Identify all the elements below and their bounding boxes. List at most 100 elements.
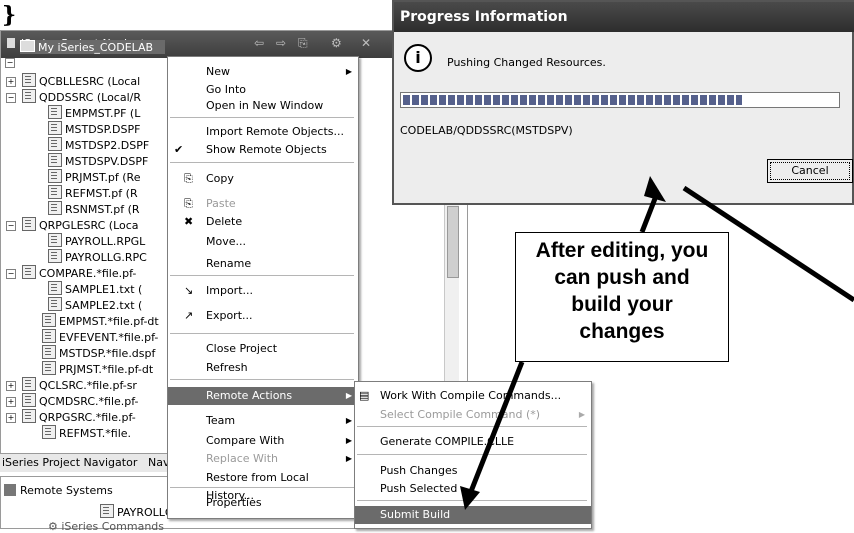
- tree-item[interactable]: EVFEVENT.*file.pf-: [42, 329, 158, 345]
- tree-item[interactable]: QCLSRC.*file.pf-sr: [22, 377, 137, 393]
- forward-icon[interactable]: ⇨: [276, 36, 286, 50]
- context-menu-item[interactable]: Properties: [168, 494, 358, 512]
- tree-expander-icon[interactable]: +: [6, 77, 16, 87]
- tree-expander-icon[interactable]: −: [6, 93, 16, 103]
- context-menu-item-label: Close Project: [206, 342, 278, 355]
- tree-item[interactable]: QRPGSRC.*file.pf-: [22, 409, 136, 425]
- context-menu-item-label: Copy: [206, 172, 234, 185]
- tree-item[interactable]: PAYROLL.RPGL: [48, 233, 145, 249]
- menu-separator: [170, 275, 354, 276]
- tree-item-label: PAYROLLG.RPC: [65, 251, 147, 264]
- tree-expander-icon[interactable]: +: [6, 413, 16, 423]
- cancel-button[interactable]: Cancel: [767, 159, 853, 183]
- annotation-callout: After editing, you can push and build yo…: [515, 232, 729, 362]
- context-menu-item-label: Rename: [206, 257, 252, 270]
- progress-dialog-title-bar: Progress Information: [394, 2, 854, 32]
- callout-line: After editing, you: [535, 239, 709, 262]
- context-menu-item[interactable]: Move...: [168, 233, 358, 251]
- tree-item[interactable]: QDDSSRC (Local/R: [22, 89, 141, 105]
- context-menu-item-label: Import Remote Objects...: [206, 125, 344, 138]
- tree-item-label: QDDSSRC (Local/R: [39, 91, 141, 104]
- tree-expander-icon[interactable]: +: [6, 397, 16, 407]
- context-menu: New ▶ Go Into Open in New Window Import Remo…: [167, 56, 359, 519]
- link-icon[interactable]: ⚙: [331, 36, 342, 50]
- menu-separator: [170, 333, 354, 334]
- tree-item[interactable]: MSTDSP2.DSPF: [48, 137, 149, 153]
- tree-item-label: REFMST.*file.: [59, 427, 132, 440]
- context-menu-item-label: Team: [206, 414, 236, 427]
- tree-item[interactable]: MSTDSP.DSPF: [48, 121, 140, 137]
- source-file-icon: [22, 89, 36, 103]
- context-menu-item-label: Remote Actions: [206, 389, 293, 402]
- submenu-item[interactable]: Submit Build: [355, 506, 591, 524]
- tree-item[interactable]: PRJMST.pf (Re: [48, 169, 140, 185]
- context-menu-item[interactable]: Restore from Local History...: [168, 469, 358, 502]
- back-icon[interactable]: ⇦: [254, 36, 264, 50]
- tree-item[interactable]: QCBLLESRC (Local: [22, 73, 140, 89]
- context-menu-item[interactable]: Compare With ▶: [168, 432, 358, 450]
- context-menu-item[interactable]: Close Project: [168, 340, 358, 358]
- tree-item[interactable]: COMPARE.*file.pf-: [22, 265, 136, 281]
- tab-project-navigator[interactable]: iSeries Project Navigator: [2, 456, 137, 469]
- context-menu-item[interactable]: Team ▶: [168, 412, 358, 430]
- context-menu-item[interactable]: Rename: [168, 255, 358, 273]
- tree-item-label: EMPMST.*file.pf-dt: [59, 315, 159, 328]
- menu-separator: [357, 454, 587, 455]
- project-folder-icon: [20, 40, 35, 52]
- context-menu-item[interactable]: Remote Actions ▶: [168, 387, 358, 405]
- tree-item[interactable]: RSNMST.pf (R: [48, 201, 140, 217]
- context-menu-item[interactable]: New ▶: [168, 63, 358, 81]
- context-menu-item[interactable]: ↗ Export...: [168, 307, 358, 325]
- context-menu-item[interactable]: ✔ Show Remote Objects: [168, 141, 358, 159]
- tree-item-label: QCMDSRC.*file.pf-: [39, 395, 139, 408]
- minimize-icon[interactable]: ✕: [361, 36, 371, 50]
- remote-systems-icon: [4, 484, 16, 496]
- context-menu-item[interactable]: ✖ Delete: [168, 213, 358, 231]
- scrollbar-thumb[interactable]: [447, 206, 459, 278]
- tree-item[interactable]: SAMPLE2.txt (: [48, 297, 142, 313]
- remote-systems-title: Remote Systems: [20, 484, 113, 497]
- tree-item[interactable]: REFMST.*file.: [42, 425, 131, 441]
- tree-item[interactable]: MSTDSPV.DSPF: [48, 153, 148, 169]
- submenu-item[interactable]: Select Compile Command (*) ▶: [355, 406, 591, 424]
- tree-item[interactable]: EMPMST.*file.pf-dt: [42, 313, 159, 329]
- tree-expander-icon[interactable]: +: [6, 381, 16, 391]
- source-file-icon: [22, 409, 36, 423]
- progress-detail: CODELAB/QDDSSRC(MSTDSPV): [400, 124, 573, 137]
- submenu-item[interactable]: Push Selected: [355, 480, 591, 498]
- tree-root[interactable]: My iSeries_CODELAB: [20, 40, 165, 54]
- context-menu-item[interactable]: ↘ Import...: [168, 282, 358, 300]
- tree-expander-icon[interactable]: −: [6, 269, 16, 279]
- tree-item[interactable]: MSTDSP.*file.dspf: [42, 345, 155, 361]
- context-menu-item[interactable]: ⎘ Paste: [168, 195, 358, 213]
- context-menu-item[interactable]: Import Remote Objects...: [168, 123, 358, 141]
- context-menu-item[interactable]: Refresh: [168, 359, 358, 377]
- context-menu-item[interactable]: Replace With ▶: [168, 450, 358, 468]
- tree-item-label: EVFEVENT.*file.pf-: [59, 331, 159, 344]
- tree-item[interactable]: PRJMST.*file.pf-dt: [42, 361, 153, 377]
- source-file-icon: [22, 217, 36, 231]
- submenu-item[interactable]: Push Changes: [355, 462, 591, 480]
- submenu-item-label: Push Changes: [380, 464, 458, 477]
- tree-item[interactable]: REFMST.pf (R: [48, 185, 138, 201]
- up-icon[interactable]: ⎘: [298, 36, 308, 51]
- tree-item[interactable]: SAMPLE1.txt (: [48, 281, 142, 297]
- tree-item[interactable]: QCMDSRC.*file.pf-: [22, 393, 139, 409]
- collapse-root-icon[interactable]: −: [5, 58, 15, 68]
- submenu-item[interactable]: ▤ Work With Compile Commands...: [355, 387, 591, 405]
- context-menu-item[interactable]: ⎘ Copy: [168, 170, 358, 188]
- remote-item[interactable]: ⚙ iSeries Commands: [48, 520, 164, 533]
- menu-item-icon: ✖: [184, 215, 194, 228]
- submenu-item-label: Push Selected: [380, 482, 458, 495]
- submenu-item[interactable]: Generate COMPILE.CLLE: [355, 433, 591, 451]
- context-menu-item[interactable]: Open in New Window: [168, 97, 358, 115]
- tree-item[interactable]: PAYROLLG.RPC: [48, 249, 147, 265]
- context-menu-item-label: Replace With: [206, 452, 278, 465]
- tree-item[interactable]: EMPMST.PF (L: [48, 105, 140, 121]
- tree-item[interactable]: QRPGLESRC (Loca: [22, 217, 139, 233]
- progress-dialog-title: Progress Information: [400, 9, 568, 25]
- member-icon: [48, 169, 62, 183]
- tree-expander-icon[interactable]: −: [6, 221, 16, 231]
- progress-bar: [400, 92, 840, 108]
- progress-bar-fill: [403, 95, 742, 105]
